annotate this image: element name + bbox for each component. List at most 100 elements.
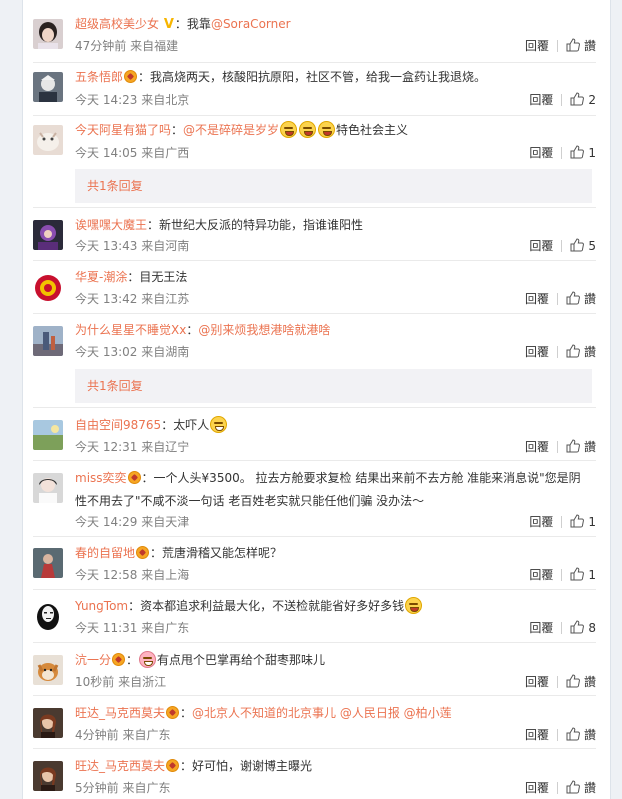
like-count: 讚	[583, 39, 596, 53]
avatar[interactable]	[33, 220, 63, 250]
vip-badge-icon	[112, 653, 126, 666]
comment-meta: 今天 14:23 来自北京	[75, 93, 190, 107]
thumbs-up-icon[interactable]	[566, 780, 580, 794]
kiss-emoji-icon	[139, 651, 157, 668]
username-link[interactable]: miss奕奕	[75, 471, 127, 485]
comment-text: 为什么星星不睡觉Xx：@别来烦我想港啥就港啥	[75, 319, 590, 342]
comment-actions: 回覆 1	[529, 145, 596, 161]
comment-meta: 今天 13:42 来自江苏	[75, 292, 190, 306]
avatar[interactable]	[33, 19, 63, 49]
reply-button[interactable]: 回覆	[525, 674, 549, 690]
comment-meta: 4分钟前 来自广东	[75, 728, 171, 742]
avatar[interactable]	[33, 273, 63, 303]
avatar[interactable]	[33, 420, 63, 450]
avatar[interactable]	[33, 326, 63, 356]
comment-item: 春的自留地 ：荒唐滑稽又能怎样呢？ 今天 12:58 来自上海 回覆 1	[33, 537, 596, 590]
username-link[interactable]: 旺达_马克西莫夫	[75, 706, 165, 720]
username-link[interactable]: 自由空间98765	[75, 418, 161, 432]
sweat-emoji-icon	[210, 416, 228, 433]
thumbs-up-icon[interactable]	[570, 567, 585, 581]
sub-reply-link[interactable]: 共1条回复	[75, 369, 592, 403]
reply-button[interactable]: 回覆	[529, 92, 553, 108]
thumbs-up-icon[interactable]	[566, 344, 580, 358]
thumbs-up-icon[interactable]	[566, 38, 580, 52]
avatar[interactable]	[33, 72, 63, 102]
comment-body: 我靠	[186, 17, 211, 31]
avatar[interactable]	[33, 655, 63, 685]
grin-emoji-icon	[299, 121, 317, 138]
reply-button[interactable]: 回覆	[529, 514, 553, 530]
separator: ：	[147, 218, 160, 232]
comment-text: 五条悟郎 ：我高烧两天，核酸阳抗原阳，社区不管，给我一盒药让我退烧。	[75, 66, 590, 89]
separator: ：	[141, 471, 154, 485]
thumbs-up-icon[interactable]	[570, 620, 585, 634]
thumbs-up-icon[interactable]	[566, 291, 580, 305]
comment-actions: 回覆 讚	[525, 780, 596, 796]
thumbs-up-icon[interactable]	[570, 238, 585, 252]
reply-button[interactable]: 回覆	[525, 291, 549, 307]
username-link[interactable]: 五条悟郎	[75, 70, 123, 84]
separator: ：	[171, 123, 184, 137]
thumbs-up-icon[interactable]	[570, 514, 585, 528]
thumbs-up-icon[interactable]	[566, 439, 580, 453]
divider	[561, 240, 563, 252]
avatar[interactable]	[33, 125, 63, 155]
reply-button[interactable]: 回覆	[525, 38, 549, 54]
comment-actions: 回覆 讚	[525, 674, 596, 690]
username-link[interactable]: YungTom	[75, 599, 128, 613]
thumbs-up-icon[interactable]	[566, 727, 580, 741]
username-link[interactable]: 华夏-潮涂	[75, 270, 127, 284]
comment-text: 春的自留地 ：荒唐滑稽又能怎样呢？	[75, 542, 590, 565]
comment-actions: 回覆 讚	[525, 38, 596, 54]
reply-button[interactable]: 回覆	[525, 780, 549, 796]
like-count: 1	[588, 146, 596, 160]
avatar[interactable]	[33, 601, 63, 631]
username-link[interactable]: 为什么星星不睡觉Xx	[75, 323, 186, 337]
username-link[interactable]: 沆一分	[75, 653, 111, 667]
mention-link[interactable]: @别来烦我想港啥就港啥	[198, 323, 330, 337]
sub-reply-link[interactable]: 共1条回复	[75, 169, 592, 203]
comment-item: 自由空间98765：太吓人 今天 12:31 来自辽宁 回覆 讚	[33, 408, 596, 461]
comment-text: miss奕奕 ：一个人头¥3500。 拉去方舱要求复检 结果出来前不去方舱 准能来…	[75, 467, 590, 513]
comment-actions: 回覆 讚	[525, 439, 596, 455]
username-link[interactable]: 春的自留地	[75, 546, 135, 560]
divider	[556, 346, 558, 358]
avatar[interactable]	[33, 473, 63, 503]
comment-item: 诶嘿嘿大魔王：新世纪大反派的特异功能，指谁谁阳性 今天 13:43 来自河南 回…	[33, 208, 596, 261]
divider	[561, 569, 563, 581]
comment-actions: 回覆 1	[529, 567, 596, 583]
grin-emoji-icon	[280, 121, 298, 138]
username-link[interactable]: 旺达_马克西莫夫	[75, 759, 165, 773]
reply-button[interactable]: 回覆	[525, 439, 549, 455]
like-count: 讚	[583, 728, 596, 742]
avatar[interactable]	[33, 761, 63, 791]
mention-link[interactable]: @SoraCorner	[211, 17, 291, 31]
comment-body: 新世纪大反派的特异功能，指谁谁阳性	[159, 218, 364, 232]
reply-button[interactable]: 回覆	[525, 344, 549, 360]
comment-item: 超级高校美少女 V：我靠@SoraCorner 47分钟前 来自福建 回覆 讚	[33, 0, 596, 63]
reply-button[interactable]: 回覆	[525, 727, 549, 743]
avatar[interactable]	[33, 548, 63, 578]
vip-badge-icon	[166, 759, 180, 772]
avatar[interactable]	[33, 708, 63, 738]
like-count: 5	[588, 239, 596, 253]
mention-link[interactable]: @北京人不知道的北京事儿 @人民日报 @柏小莲	[192, 706, 452, 720]
thumbs-up-icon[interactable]	[570, 145, 585, 159]
mention-link[interactable]: @不是碎碎是岁岁	[183, 123, 279, 137]
separator: ：	[180, 759, 193, 773]
reply-button[interactable]: 回覆	[529, 145, 553, 161]
comment-meta: 今天 13:43 来自河南	[75, 239, 190, 253]
reply-button[interactable]: 回覆	[529, 620, 553, 636]
username-link[interactable]: 超级高校美少女	[75, 17, 159, 31]
comment-text: 诶嘿嘿大魔王：新世纪大反派的特异功能，指谁谁阳性	[75, 214, 590, 237]
comment-meta: 5分钟前 来自广东	[75, 781, 171, 795]
thumbs-up-icon[interactable]	[570, 92, 585, 106]
comment-item: 华夏-潮涂：目无王法 今天 13:42 来自江苏 回覆 讚	[33, 261, 596, 314]
username-link[interactable]: 诶嘿嘿大魔王	[75, 218, 147, 232]
thumbs-up-icon[interactable]	[566, 674, 580, 688]
reply-button[interactable]: 回覆	[529, 238, 553, 254]
comment-meta: 今天 12:31 来自辽宁	[75, 440, 190, 454]
reply-button[interactable]: 回覆	[529, 567, 553, 583]
divider	[561, 147, 563, 159]
username-link[interactable]: 今天阿星有猫了吗	[75, 123, 171, 137]
